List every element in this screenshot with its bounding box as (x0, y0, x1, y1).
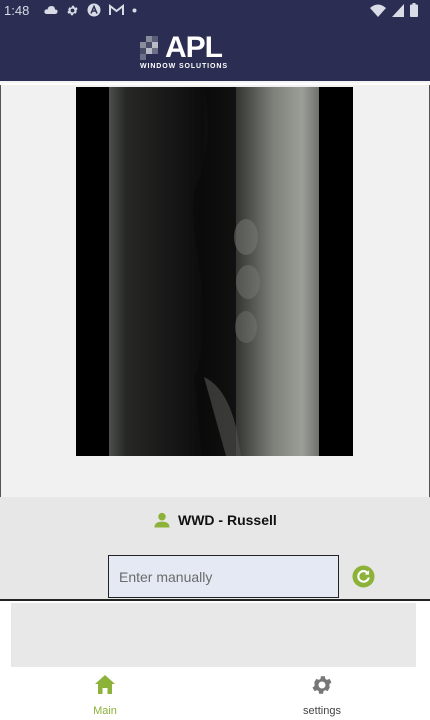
logo-squares-icon (140, 36, 158, 60)
gear-icon (312, 676, 332, 694)
camera-panel (0, 85, 430, 497)
camera-preview[interactable] (76, 87, 353, 456)
logo-subtext: WINDOW SOLUTIONS (140, 63, 228, 70)
user-section: WWD - Russell (0, 497, 430, 601)
camera-feed-image (76, 87, 353, 456)
nav-main-tab[interactable]: Main (65, 673, 145, 717)
nav-main-label: Main (93, 705, 117, 717)
home-icon (95, 675, 115, 694)
gmail-icon (109, 4, 124, 15)
circle-a-icon (87, 3, 101, 17)
person-icon (154, 512, 170, 528)
status-icons-left (44, 3, 137, 17)
refresh-icon[interactable] (352, 565, 375, 588)
status-bar: 1:48 (0, 0, 430, 22)
status-icons-right (370, 3, 418, 17)
wifi-icon (370, 4, 386, 17)
battery-icon (410, 3, 418, 17)
dot-icon (132, 8, 137, 12)
nav-settings-tab[interactable]: settings (282, 673, 362, 717)
bottom-nav: Main settings (0, 667, 430, 720)
lower-panel (11, 603, 416, 667)
logo-text: APL (165, 31, 223, 64)
user-name: WWD - Russell (178, 512, 277, 528)
manual-entry-input[interactable] (108, 555, 339, 598)
signal-icon (392, 3, 404, 17)
app-header: 1:48 APL WINDOW SOLUTIONS (0, 0, 430, 83)
apl-logo: APL WINDOW SOLUTIONS (140, 31, 244, 72)
user-row: WWD - Russell (152, 510, 277, 530)
cloud-icon (44, 6, 58, 14)
nav-settings-label: settings (303, 705, 341, 717)
status-time: 1:48 (4, 3, 30, 18)
gear-icon (67, 5, 78, 15)
